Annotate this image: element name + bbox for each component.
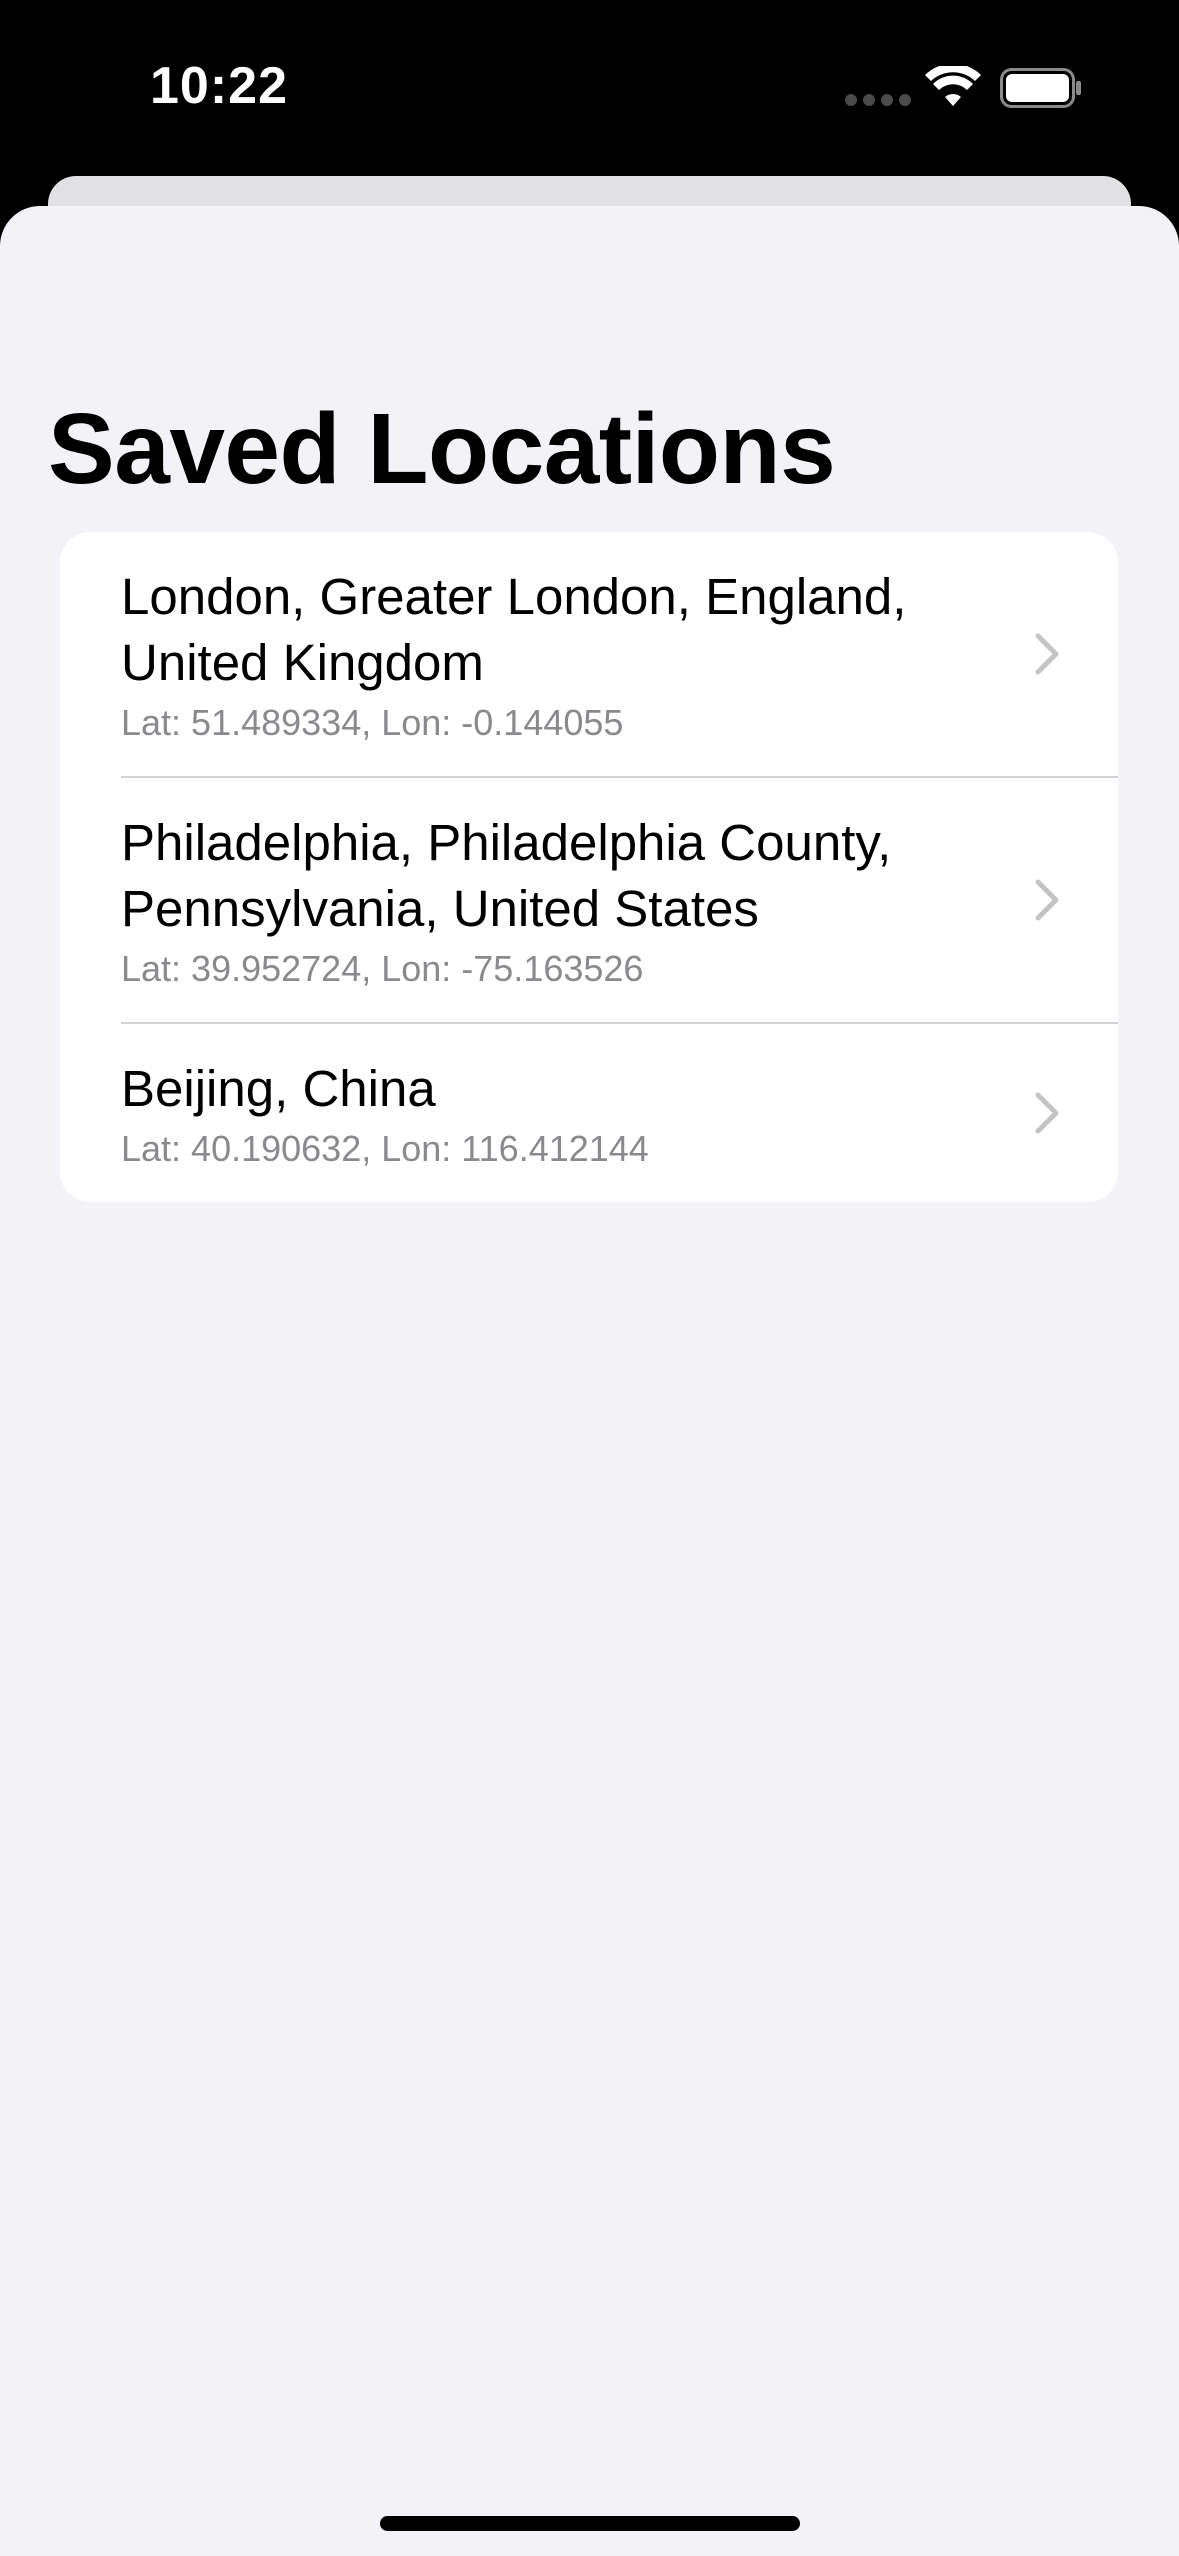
page-title: Saved Locations [48, 393, 836, 505]
location-name: London, Greater London, England, United … [121, 568, 907, 691]
home-indicator[interactable] [380, 2516, 800, 2531]
location-coordinates: Lat: 51.489334, Lon: -0.144055 [121, 702, 624, 743]
wifi-icon [925, 66, 981, 106]
location-row[interactable]: Beijing, China Lat: 40.190632, Lon: 116.… [60, 1024, 1118, 1202]
status-bar: 10:22 [0, 0, 1179, 175]
chevron-right-icon [1035, 879, 1059, 921]
locations-list: London, Greater London, England, United … [60, 532, 1118, 1202]
chevron-right-icon [1035, 633, 1059, 675]
chevron-right-icon [1035, 1092, 1059, 1134]
app-screen: 10:22 Saved Locations London, Greater Lo… [0, 0, 1179, 2556]
location-row[interactable]: London, Greater London, England, United … [60, 532, 1118, 776]
battery-icon [1000, 68, 1081, 108]
location-coordinates: Lat: 40.190632, Lon: 116.412144 [121, 1128, 649, 1169]
cellular-signal-icon [845, 94, 911, 106]
saved-locations-sheet: Saved Locations London, Greater London, … [0, 206, 1179, 2556]
location-row[interactable]: Philadelphia, Philadelphia County, Penns… [60, 778, 1118, 1022]
status-time: 10:22 [150, 57, 288, 115]
location-name: Beijing, China [121, 1060, 436, 1117]
location-coordinates: Lat: 39.952724, Lon: -75.163526 [121, 948, 644, 989]
location-name: Philadelphia, Philadelphia County, Penns… [121, 814, 892, 937]
